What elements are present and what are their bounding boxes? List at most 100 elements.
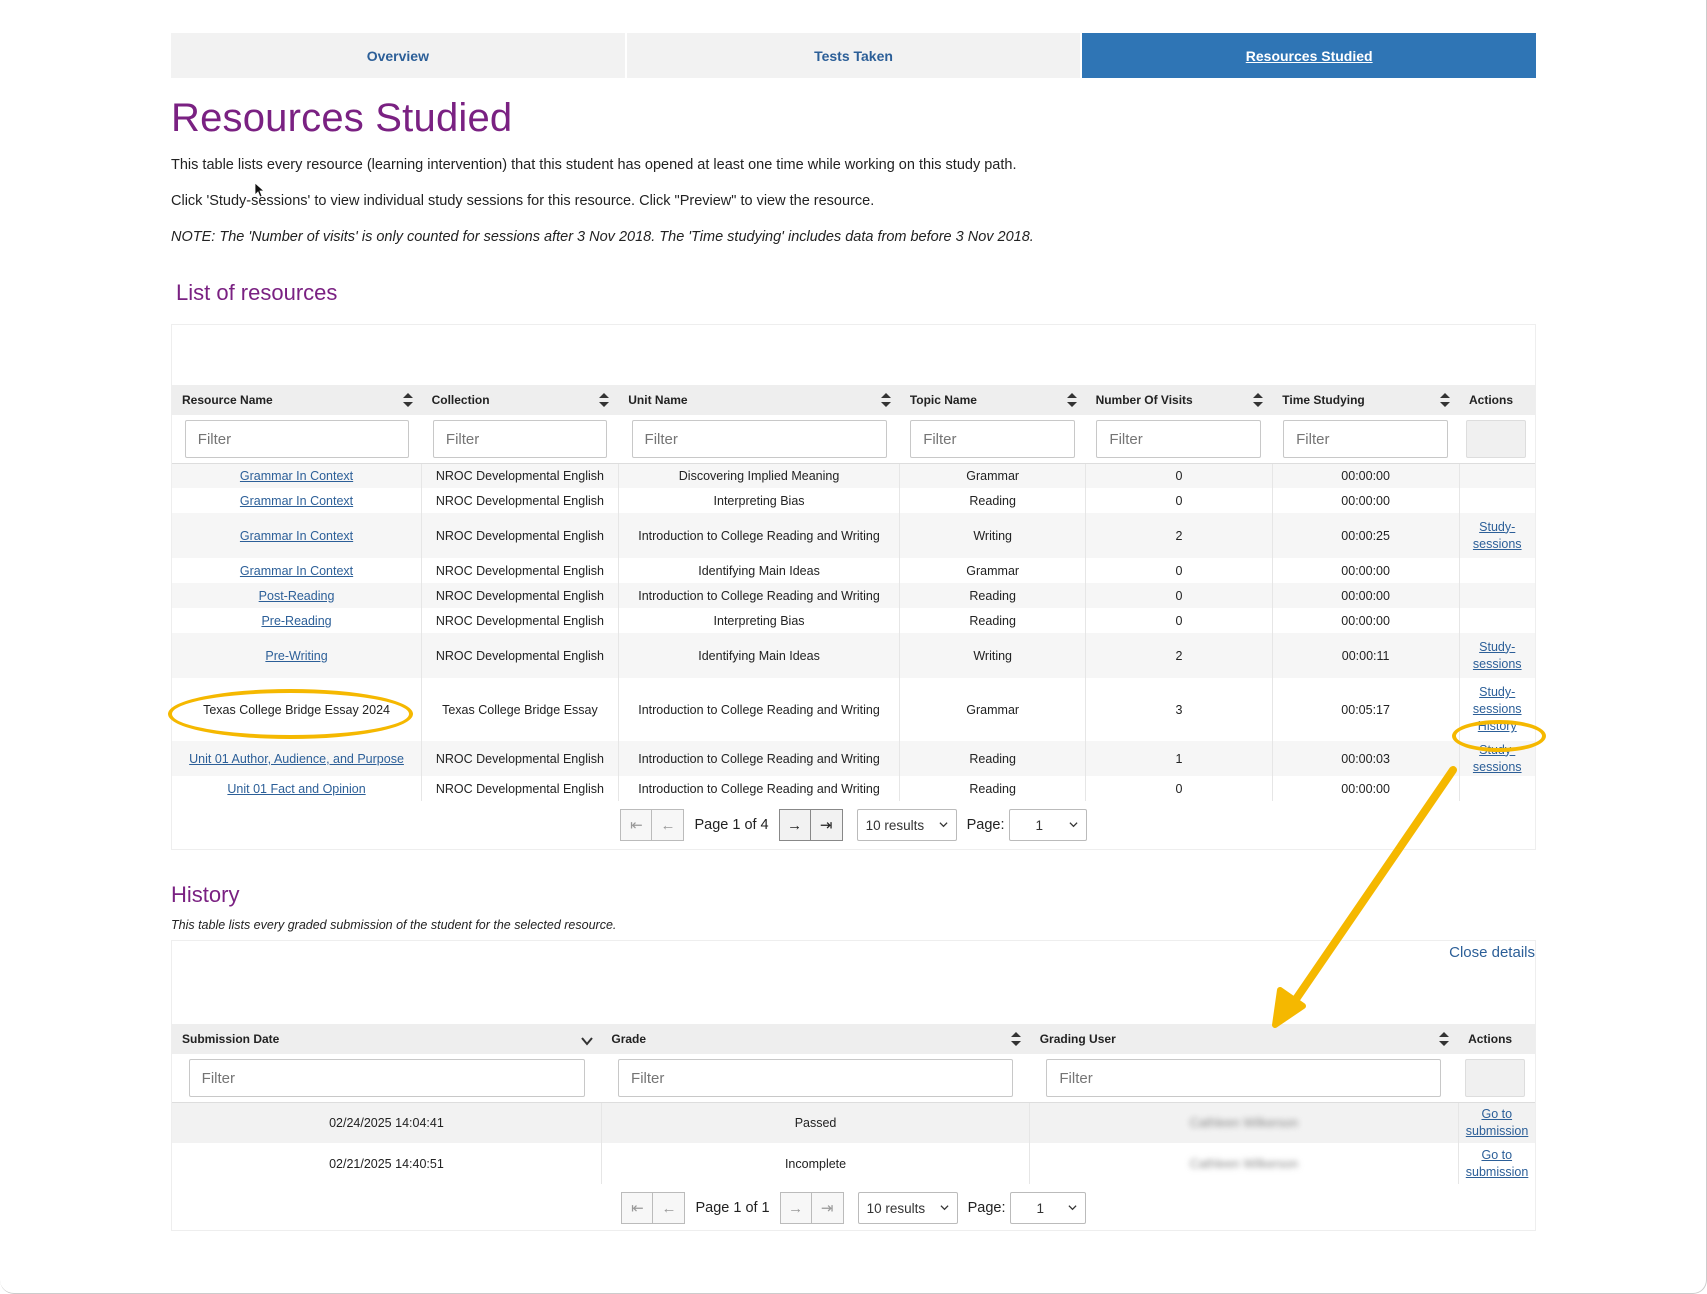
chevron-down-icon[interactable]	[581, 1033, 594, 1049]
prev-page-button[interactable]: ←	[652, 809, 685, 842]
tab-tests-taken[interactable]: Tests Taken	[626, 33, 1081, 78]
time-studying-cell: 00:00:25	[1272, 513, 1460, 559]
resource-link[interactable]: Grammar In Context	[240, 529, 353, 543]
study-sessions-link[interactable]: Study-sessions	[1471, 742, 1523, 776]
topic-name-cell: Reading	[899, 776, 1087, 802]
resource-name-cell: Grammar In Context	[172, 558, 423, 584]
sort-icon[interactable]	[1252, 392, 1264, 408]
study-sessions-link[interactable]: Study-sessions	[1471, 639, 1523, 673]
resource-link[interactable]: Pre-Reading	[261, 614, 331, 628]
history-table: Submission Date Grade Grading User Actio…	[172, 1024, 1535, 1185]
resource-name-cell: Grammar In Context	[172, 488, 423, 514]
col-history-actions: Actions	[1458, 1024, 1535, 1055]
last-page-button[interactable]: ⇥	[810, 809, 843, 842]
main-content: Overview Tests Taken Resources Studied R…	[171, 33, 1537, 1232]
submission-date-cell: 02/24/2025 14:04:41	[172, 1102, 602, 1144]
unit-name-cell: Introduction to College Reading and Writ…	[618, 741, 901, 777]
history-link[interactable]: History	[1466, 718, 1530, 735]
col-number-of-visits[interactable]: Number Of Visits	[1085, 385, 1273, 416]
col-unit-name[interactable]: Unit Name	[618, 385, 900, 416]
sort-icon[interactable]	[1066, 392, 1078, 408]
resource-link[interactable]: Unit 01 Fact and Opinion	[227, 782, 365, 796]
history-header-row: Submission Date Grade Grading User Actio…	[172, 1024, 1535, 1055]
history-section-title: History	[171, 882, 240, 908]
time-studying-cell: 00:00:11	[1272, 633, 1460, 679]
resource-link[interactable]: Grammar In Context	[240, 494, 353, 508]
time-studying-cell: 00:00:00	[1272, 583, 1460, 609]
collection-cell: NROC Developmental English	[421, 608, 619, 634]
table-row: Pre-Writing NROC Developmental English Ide…	[172, 633, 1535, 679]
sort-icon[interactable]	[598, 392, 610, 408]
resources-section-title: List of resources	[176, 280, 338, 306]
sort-icon[interactable]	[1438, 1031, 1450, 1047]
visits-cell: 1	[1085, 741, 1273, 777]
resource-link[interactable]: Grammar In Context	[240, 564, 353, 578]
results-per-page-select[interactable]: 10 results	[857, 1192, 958, 1225]
filter-grading-user[interactable]	[1046, 1059, 1442, 1097]
filter-time-studying[interactable]	[1283, 420, 1449, 458]
unit-name-cell: Identifying Main Ideas	[618, 633, 901, 679]
grade-cell: Passed	[601, 1102, 1031, 1144]
sort-icon[interactable]	[402, 392, 414, 408]
go-to-submission-link[interactable]: Go to submission	[1466, 1106, 1529, 1140]
col-resource-name[interactable]: Resource Name	[172, 385, 422, 416]
resource-link[interactable]: Post-Reading	[259, 589, 335, 603]
first-page-button[interactable]: ⇤	[620, 809, 653, 842]
table-row: Unit 01 Author, Audience, and Purpose NRO…	[172, 741, 1535, 777]
col-submission-date[interactable]: Submission Date	[172, 1024, 602, 1055]
results-per-page-select[interactable]: 10 results	[856, 809, 957, 842]
table-row: Grammar In Context NROC Developmental Eng…	[172, 513, 1535, 559]
filter-resource-name[interactable]	[184, 420, 409, 458]
first-page-button[interactable]: ⇤	[621, 1192, 654, 1225]
prev-page-button[interactable]: ←	[653, 1192, 686, 1225]
tab-overview[interactable]: Overview	[171, 33, 625, 78]
resource-name-cell: Texas College Bridge Essay 2024	[172, 678, 423, 742]
last-page-button[interactable]: ⇥	[811, 1192, 844, 1225]
resources-pager: ⇤ ← Page 1 of 4 → ⇥ 10 results Page: 1	[172, 803, 1535, 847]
study-sessions-link[interactable]: Study-sessions	[1471, 684, 1523, 718]
close-details-link[interactable]: Close details	[1449, 944, 1535, 961]
actions-cell	[1459, 608, 1535, 633]
topic-name-cell: Grammar	[899, 558, 1087, 584]
collection-cell: NROC Developmental English	[421, 513, 619, 559]
filter-topic-name[interactable]	[910, 420, 1076, 458]
page-select[interactable]: 1	[1009, 1192, 1086, 1225]
filter-grade[interactable]	[618, 1059, 1014, 1097]
topic-name-cell: Reading	[899, 488, 1087, 514]
sort-icon[interactable]	[1439, 392, 1451, 408]
next-page-button[interactable]: →	[779, 1192, 812, 1225]
collection-cell: NROC Developmental English	[421, 776, 619, 802]
filter-unit-name[interactable]	[631, 420, 887, 458]
time-studying-cell: 00:00:03	[1272, 741, 1460, 777]
resource-link[interactable]: Grammar In Context	[240, 469, 353, 483]
filter-collection[interactable]	[432, 420, 607, 458]
filter-submission-date[interactable]	[188, 1059, 585, 1097]
intro-text: This table lists every resource (learnin…	[171, 155, 1536, 248]
resource-link[interactable]: Pre-Writing	[265, 649, 327, 663]
study-sessions-link[interactable]: Study-sessions	[1471, 519, 1523, 553]
collection-cell: NROC Developmental English	[421, 583, 619, 609]
actions-cell: Study-sessions	[1459, 513, 1535, 559]
sort-icon[interactable]	[1010, 1031, 1022, 1047]
col-grade[interactable]: Grade	[601, 1024, 1030, 1055]
visits-cell: 0	[1085, 608, 1273, 634]
col-grading-user[interactable]: Grading User	[1029, 1024, 1459, 1055]
filter-number-of-visits[interactable]	[1096, 420, 1262, 458]
actions-cell	[1459, 583, 1535, 609]
col-topic-name[interactable]: Topic Name	[899, 385, 1086, 416]
grade-cell-text: Incomplete	[784, 1156, 847, 1171]
tab-resources-studied[interactable]: Resources Studied	[1082, 33, 1537, 78]
page-select[interactable]: 1	[1008, 809, 1087, 842]
collection-cell: NROC Developmental English	[421, 558, 619, 584]
col-collection[interactable]: Collection	[421, 385, 619, 416]
resource-link[interactable]: Unit 01 Author, Audience, and Purpose	[189, 752, 404, 766]
col-time-studying[interactable]: Time Studying	[1272, 385, 1459, 416]
actions-cell	[1459, 488, 1535, 513]
next-page-button[interactable]: →	[778, 809, 811, 842]
time-studying-cell: 00:00:00	[1272, 608, 1460, 634]
go-to-submission-link[interactable]: Go to submission	[1466, 1147, 1529, 1181]
chevron-down-icon	[1068, 822, 1078, 828]
sort-icon[interactable]	[880, 392, 892, 408]
actions-cell	[1459, 776, 1535, 801]
topic-name-cell: Reading	[899, 583, 1087, 609]
